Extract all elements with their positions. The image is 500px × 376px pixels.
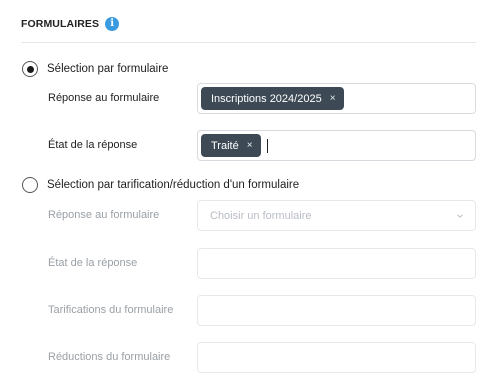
section-header: FORMULAIRES i	[21, 17, 120, 31]
pricing-input[interactable]	[197, 295, 476, 326]
field-label-response: Réponse au formulaire	[48, 92, 160, 104]
field-label-state: État de la réponse	[48, 139, 138, 151]
reductions-input[interactable]	[197, 342, 476, 373]
form-select[interactable]: Choisir un formulaire	[197, 200, 476, 231]
section-title: FORMULAIRES	[21, 18, 100, 30]
field-label-response: Réponse au formulaire	[48, 209, 160, 221]
chevron-down-icon	[457, 213, 463, 218]
chip-remove-icon[interactable]: ×	[330, 93, 336, 104]
radio-option-pricing[interactable]: Sélection par tarification/réduction d'u…	[22, 177, 299, 193]
select-placeholder: Choisir un formulaire	[210, 209, 312, 222]
radio-label: Sélection par formulaire	[47, 63, 169, 75]
state-input[interactable]	[197, 248, 476, 279]
state-multiselect[interactable]: Traité ×	[197, 130, 476, 161]
chip-remove-icon[interactable]: ×	[247, 140, 253, 151]
divider	[21, 42, 476, 43]
field-label-state: État de la réponse	[48, 257, 138, 269]
radio-option-form[interactable]: Sélection par formulaire	[22, 61, 168, 77]
radio-button-selected[interactable]	[22, 61, 38, 77]
info-icon[interactable]: i	[105, 17, 120, 31]
chip-label: Inscriptions 2024/2025	[211, 92, 322, 105]
response-multiselect[interactable]: Inscriptions 2024/2025 ×	[197, 83, 476, 114]
chip-label: Traité	[211, 139, 239, 152]
selected-chip: Traité ×	[201, 134, 261, 157]
radio-button-unselected[interactable]	[22, 177, 38, 193]
field-label-pricing: Tarifications du formulaire	[48, 304, 174, 316]
radio-label: Sélection par tarification/réduction d'u…	[47, 179, 300, 191]
field-label-reductions: Réductions du formulaire	[48, 351, 171, 363]
selected-chip: Inscriptions 2024/2025 ×	[201, 87, 344, 110]
text-cursor	[266, 138, 268, 153]
